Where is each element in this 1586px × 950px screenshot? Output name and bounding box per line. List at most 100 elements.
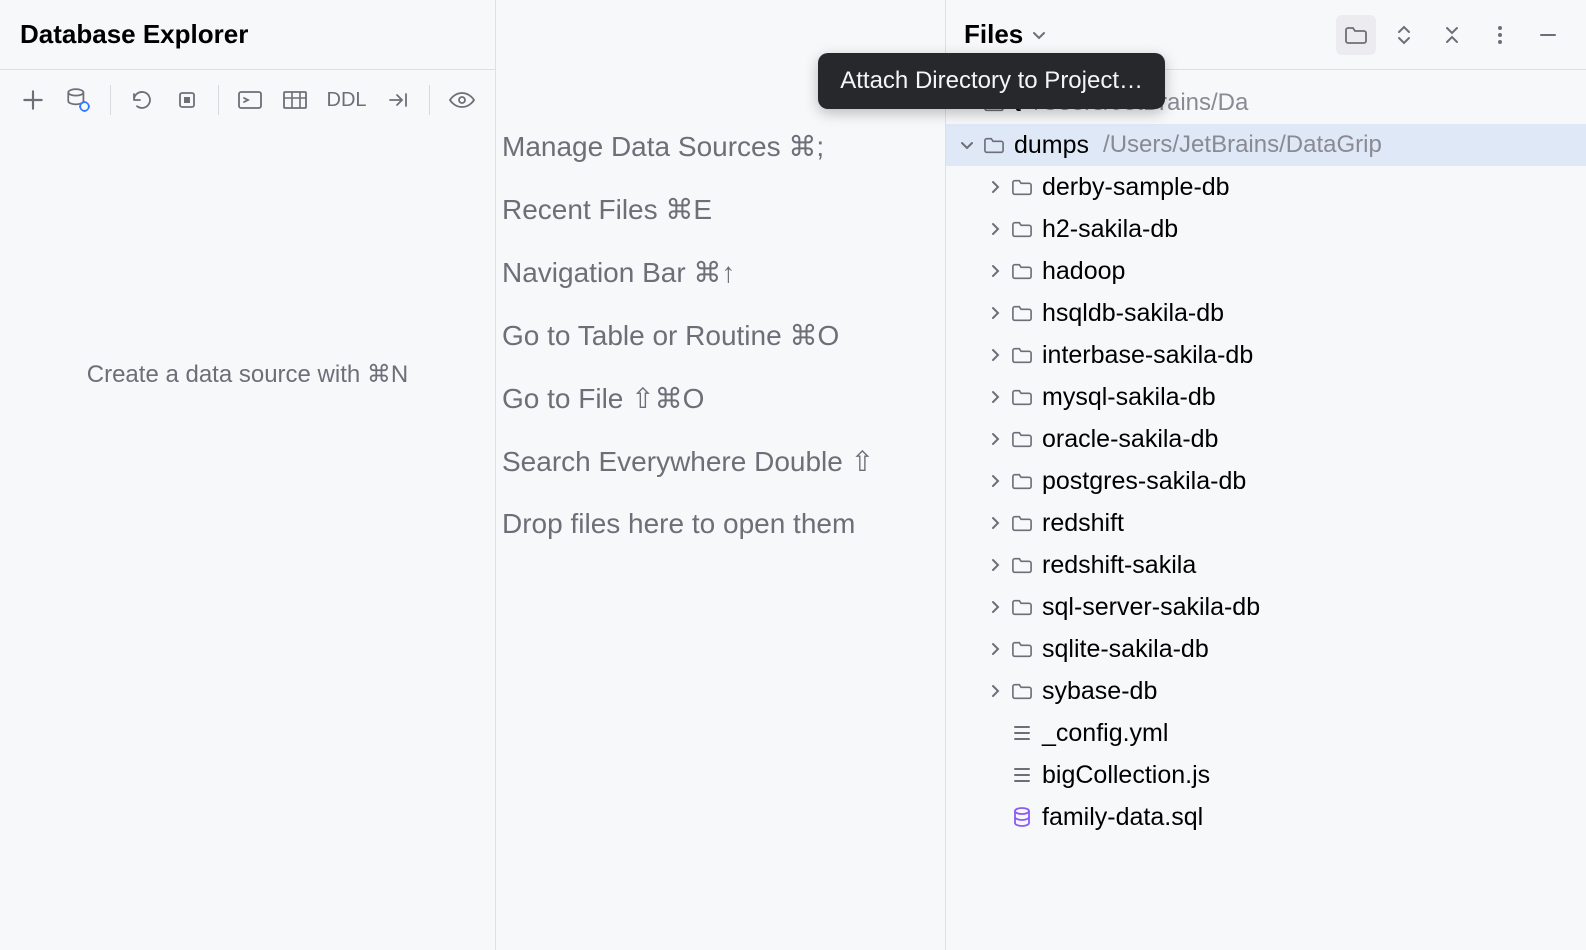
tree-row[interactable]: sqlite-sakila-db [946, 628, 1586, 670]
tree-expand-toggle[interactable] [982, 221, 1008, 237]
tree-item-path: /Users/JetBrains/DataGrip [1103, 131, 1382, 159]
tree-item-label: oracle-sakila-db [1042, 425, 1218, 454]
tree-row[interactable]: sybase-db [946, 670, 1586, 712]
toolbar-separator [429, 85, 430, 115]
refresh-button[interactable] [127, 84, 158, 116]
database-explorer-title: Database Explorer [20, 19, 248, 50]
tree-expand-toggle[interactable] [982, 473, 1008, 489]
tree-row[interactable]: family-data.sql [946, 796, 1586, 838]
editor-placeholder-panel[interactable]: Manage Data Sources ⌘;Recent Files ⌘ENav… [496, 0, 946, 950]
tree-row[interactable]: mysql-sakila-db [946, 376, 1586, 418]
tree-row[interactable]: _config.yml [946, 712, 1586, 754]
tree-expand-toggle [982, 809, 1008, 825]
tree-expand-toggle[interactable] [982, 599, 1008, 615]
table-button[interactable] [280, 84, 311, 116]
minimize-button[interactable] [1528, 15, 1568, 55]
eye-icon [448, 89, 476, 111]
tree-expand-toggle[interactable] [982, 683, 1008, 699]
datasource-properties-button[interactable] [63, 84, 94, 116]
tree-row[interactable]: hsqldb-sakila-db [946, 292, 1586, 334]
tree-item-label: sqlite-sakila-db [1042, 635, 1209, 664]
chevron-right-icon [987, 305, 1003, 321]
folder-icon-wrapper [1008, 639, 1036, 659]
tree-item-label: sql-server-sakila-db [1042, 593, 1260, 622]
tree-item-label: redshift [1042, 509, 1124, 538]
attach-directory-button[interactable] [1336, 15, 1376, 55]
tree-row[interactable]: derby-sample-db [946, 166, 1586, 208]
tree-item-label: derby-sample-db [1042, 173, 1230, 202]
folder-icon [983, 135, 1005, 155]
folder-icon [1011, 345, 1033, 365]
database-icon [1012, 806, 1032, 828]
folder-icon-wrapper [1008, 429, 1036, 449]
editor-hint-item: Go to Table or Routine ⌘O [502, 319, 945, 352]
sql-icon-wrapper [1008, 806, 1036, 828]
tree-row[interactable]: redshift-sakila [946, 544, 1586, 586]
folder-icon [1011, 387, 1033, 407]
file-icon-wrapper [1008, 764, 1036, 786]
kebab-icon [1497, 24, 1503, 46]
stop-button[interactable] [171, 84, 202, 116]
tree-expand-toggle[interactable] [982, 347, 1008, 363]
tree-item-label: hadoop [1042, 257, 1125, 286]
files-panel-title: Files [964, 19, 1023, 50]
folder-icon-wrapper [1008, 681, 1036, 701]
tree-item-label: bigCollection.js [1042, 761, 1210, 790]
tree-expand-toggle[interactable] [954, 137, 980, 153]
folder-icon [1011, 177, 1033, 197]
folder-icon-wrapper [1008, 471, 1036, 491]
database-explorer-toolbar: DDL [0, 70, 495, 130]
tree-row[interactable]: oracle-sakila-db [946, 418, 1586, 460]
tree-row[interactable]: bigCollection.js [946, 754, 1586, 796]
tree-expand-toggle[interactable] [982, 515, 1008, 531]
tree-item-label: redshift-sakila [1042, 551, 1196, 580]
tree-row[interactable]: sql-server-sakila-db [946, 586, 1586, 628]
more-button[interactable] [1480, 15, 1520, 55]
folder-icon-wrapper [980, 135, 1008, 155]
tree-row[interactable]: dumps/Users/JetBrains/DataGrip [946, 124, 1586, 166]
tree-row[interactable]: redshift [946, 502, 1586, 544]
tree-expand-toggle[interactable] [982, 389, 1008, 405]
folder-icon [1011, 681, 1033, 701]
tree-row[interactable]: interbase-sakila-db [946, 334, 1586, 376]
folder-icon-wrapper [1008, 387, 1036, 407]
files-panel-title-dropdown[interactable]: Files [964, 19, 1047, 50]
folder-icon-wrapper [1008, 261, 1036, 281]
chevron-right-icon [987, 347, 1003, 363]
tree-item-label: dumps [1014, 131, 1089, 160]
chevron-down-icon [1031, 27, 1047, 43]
tree-expand-toggle[interactable] [982, 431, 1008, 447]
folder-icon-wrapper [1008, 555, 1036, 575]
chevron-right-icon [987, 179, 1003, 195]
tree-expand-toggle[interactable] [982, 641, 1008, 657]
stop-icon [175, 88, 199, 112]
view-options-button[interactable] [446, 84, 477, 116]
tree-expand-toggle [982, 725, 1008, 741]
tree-expand-toggle[interactable] [982, 305, 1008, 321]
tree-row[interactable]: hadoop [946, 250, 1586, 292]
folder-icon-wrapper [1008, 177, 1036, 197]
tree-item-label: family-data.sql [1042, 803, 1203, 832]
minimize-icon [1538, 25, 1558, 45]
tree-expand-toggle [982, 767, 1008, 783]
tree-expand-toggle[interactable] [982, 179, 1008, 195]
collapse-all-button[interactable] [1432, 15, 1472, 55]
editor-hint-item: Navigation Bar ⌘↑ [502, 256, 945, 289]
expand-all-button[interactable] [1384, 15, 1424, 55]
chevron-right-icon [987, 263, 1003, 279]
editor-hint-item: Drop files here to open them [502, 508, 945, 540]
ddl-button[interactable]: DDL [325, 89, 369, 112]
tree-row[interactable]: h2-sakila-db [946, 208, 1586, 250]
import-button[interactable] [383, 84, 414, 116]
empty-state-hint: Create a data source with ⌘N [87, 360, 408, 389]
files-tree[interactable]: t/Users/JetBrains/Dadumps/Users/JetBrain… [946, 70, 1586, 950]
refresh-icon [130, 88, 154, 112]
tree-row[interactable]: postgres-sakila-db [946, 460, 1586, 502]
files-panel: Files t/Users/JetBrains/Dadumps/Users/Je… [946, 0, 1586, 950]
new-button[interactable] [18, 84, 49, 116]
folder-icon-wrapper [1008, 219, 1036, 239]
tree-expand-toggle[interactable] [982, 557, 1008, 573]
console-button[interactable] [235, 84, 266, 116]
folder-icon [1011, 219, 1033, 239]
tree-expand-toggle[interactable] [982, 263, 1008, 279]
